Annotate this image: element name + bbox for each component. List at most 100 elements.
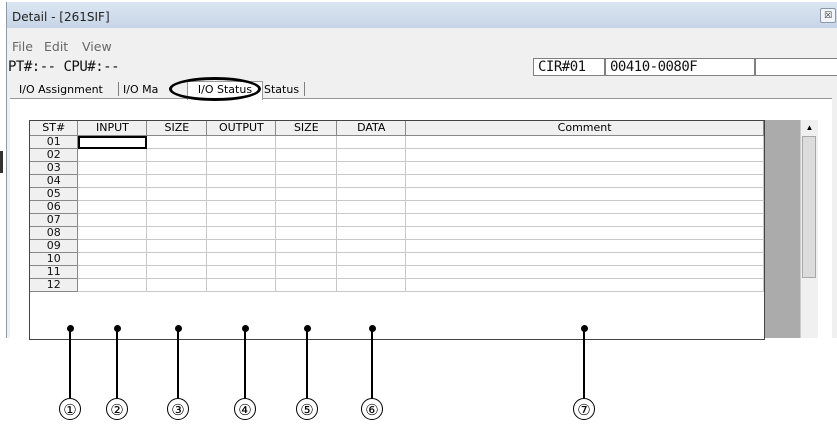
cell-output[interactable]	[206, 200, 277, 214]
callout-number: ⑤	[296, 398, 318, 420]
extra-field	[755, 58, 837, 76]
cell-comment[interactable]	[405, 174, 764, 188]
cell-input[interactable]	[77, 226, 148, 240]
cell-output-size[interactable]	[275, 135, 338, 149]
cell-comment[interactable]	[405, 200, 764, 214]
cell-input-size[interactable]	[146, 252, 208, 266]
table-row: 10	[30, 252, 764, 266]
row-station-number: 04	[30, 174, 79, 188]
cell-input-size[interactable]	[146, 135, 208, 149]
cell-data[interactable]	[336, 187, 407, 201]
cell-output-size[interactable]	[275, 252, 338, 266]
col-header-input-size[interactable]: SIZE	[146, 121, 208, 136]
cell-input-size[interactable]	[146, 278, 208, 292]
cell-data[interactable]	[336, 239, 407, 253]
cell-data[interactable]	[336, 161, 407, 175]
vertical-scrollbar[interactable]: ▲	[800, 120, 818, 338]
cell-output[interactable]	[206, 226, 277, 240]
cell-input-size[interactable]	[146, 161, 208, 175]
cell-comment[interactable]	[405, 161, 764, 175]
menu-edit[interactable]: Edit	[44, 39, 68, 54]
menu-file[interactable]: File	[12, 39, 33, 54]
cell-output[interactable]	[206, 161, 277, 175]
cell-input[interactable]	[77, 200, 148, 214]
cell-input-size[interactable]	[146, 148, 208, 162]
cell-comment[interactable]	[405, 135, 764, 149]
table-row: 11	[30, 265, 764, 279]
menu-view[interactable]: View	[82, 39, 112, 54]
col-header-st[interactable]: ST#	[30, 121, 79, 136]
col-header-output[interactable]: OUTPUT	[206, 121, 277, 136]
tab-status[interactable]: Status	[264, 83, 299, 96]
cell-output-size[interactable]	[275, 161, 338, 175]
callout-number: ⑦	[573, 398, 595, 420]
scroll-thumb[interactable]	[802, 136, 816, 278]
cell-input-size[interactable]	[146, 213, 208, 227]
cell-input-size[interactable]	[146, 239, 208, 253]
cell-input[interactable]	[77, 213, 148, 227]
cell-output[interactable]	[206, 148, 277, 162]
scroll-up-icon[interactable]: ▲	[802, 120, 817, 135]
row-station-number: 10	[30, 252, 79, 266]
cell-input[interactable]	[77, 174, 148, 188]
cell-input[interactable]	[77, 239, 148, 253]
cell-output[interactable]	[206, 187, 277, 201]
cell-data[interactable]	[336, 135, 407, 149]
cell-data[interactable]	[336, 265, 407, 279]
tab-io-assignment[interactable]: I/O Assignment	[19, 83, 103, 96]
cell-output[interactable]	[206, 135, 277, 149]
col-header-output-size[interactable]: SIZE	[275, 121, 338, 136]
cell-comment[interactable]	[405, 239, 764, 253]
cell-output-size[interactable]	[275, 265, 338, 279]
cell-input[interactable]	[77, 278, 148, 292]
cell-data[interactable]	[336, 148, 407, 162]
close-icon[interactable]: ☒	[820, 8, 836, 23]
cell-output-size[interactable]	[275, 226, 338, 240]
cell-comment[interactable]	[405, 148, 764, 162]
cell-data[interactable]	[336, 200, 407, 214]
title-bar[interactable]: Detail - [261SIF] ☒	[7, 2, 837, 28]
cell-output-size[interactable]	[275, 278, 338, 292]
cell-output[interactable]	[206, 278, 277, 292]
cell-comment[interactable]	[405, 226, 764, 240]
cell-input[interactable]	[77, 252, 148, 266]
cell-input-size[interactable]	[146, 187, 208, 201]
cell-comment[interactable]	[405, 265, 764, 279]
col-header-comment[interactable]: Comment	[405, 121, 764, 136]
cell-input[interactable]	[77, 148, 148, 162]
cell-input-size[interactable]	[146, 226, 208, 240]
cell-data[interactable]	[336, 252, 407, 266]
table-row: 03	[30, 161, 764, 175]
cell-data[interactable]	[336, 174, 407, 188]
cell-input[interactable]	[77, 161, 148, 175]
cell-input[interactable]	[77, 265, 148, 279]
cell-output[interactable]	[206, 239, 277, 253]
col-header-input[interactable]: INPUT	[77, 121, 148, 136]
cell-output-size[interactable]	[275, 187, 338, 201]
cell-input-size[interactable]	[146, 265, 208, 279]
cell-output-size[interactable]	[275, 200, 338, 214]
cell-input-size[interactable]	[146, 174, 208, 188]
cell-input[interactable]	[77, 187, 148, 201]
cell-comment[interactable]	[405, 187, 764, 201]
cell-comment[interactable]	[405, 278, 764, 292]
cell-comment[interactable]	[405, 213, 764, 227]
cell-comment[interactable]	[405, 252, 764, 266]
cell-input[interactable]	[77, 135, 148, 149]
cell-output[interactable]	[206, 213, 277, 227]
cell-output-size[interactable]	[275, 174, 338, 188]
cell-output-size[interactable]	[275, 148, 338, 162]
cell-output[interactable]	[206, 252, 277, 266]
cell-data[interactable]	[336, 278, 407, 292]
cell-output[interactable]	[206, 174, 277, 188]
cell-output-size[interactable]	[275, 213, 338, 227]
cell-data[interactable]	[336, 226, 407, 240]
cell-output-size[interactable]	[275, 239, 338, 253]
cell-input-size[interactable]	[146, 200, 208, 214]
table-row: 12	[30, 278, 764, 292]
tab-io-map[interactable]: I/O Ma	[123, 83, 158, 96]
col-header-data[interactable]: DATA	[336, 121, 407, 136]
row-station-number: 02	[30, 148, 79, 162]
cell-output[interactable]	[206, 265, 277, 279]
cell-data[interactable]	[336, 213, 407, 227]
